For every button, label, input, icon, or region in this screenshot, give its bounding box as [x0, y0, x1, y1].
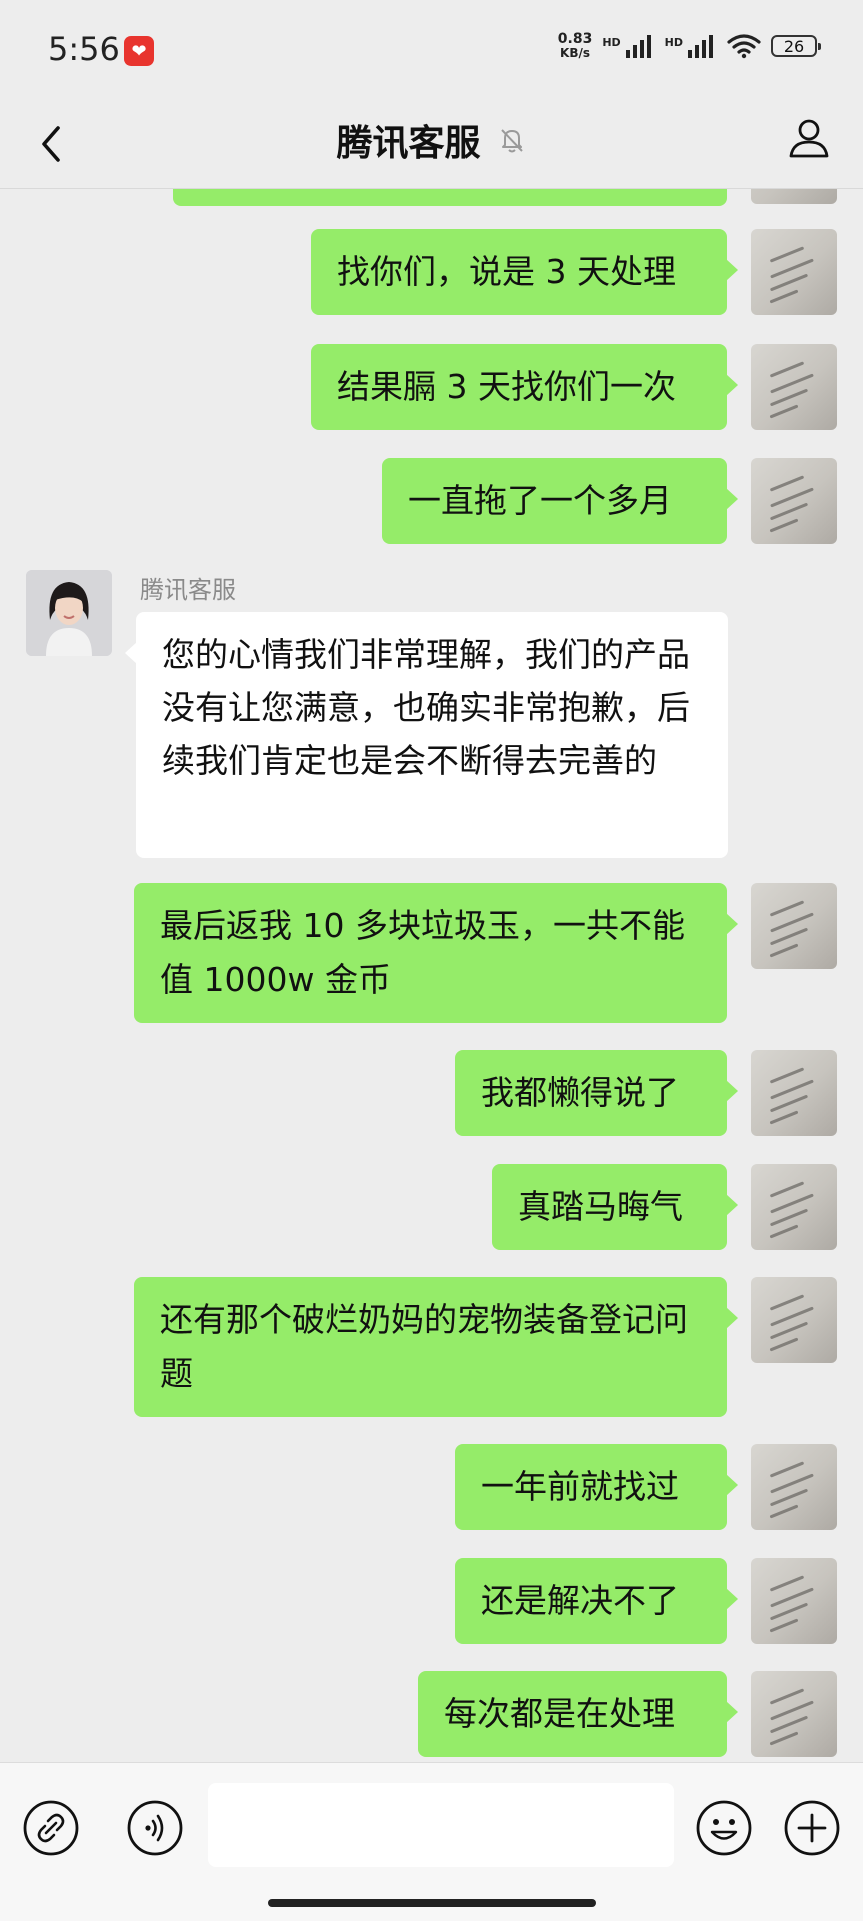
- message-bubble-self[interactable]: 一直拖了一个多月: [382, 458, 738, 544]
- message-bubble-self[interactable]: 我都懒得说了: [455, 1050, 738, 1136]
- avatar-self[interactable]: [751, 188, 837, 204]
- chat-title: 腾讯客服: [336, 123, 481, 164]
- message-bubble-self[interactable]: 每次都是在处理: [418, 1671, 738, 1757]
- avatar-self[interactable]: [751, 1050, 837, 1136]
- avatar-self[interactable]: [751, 1558, 837, 1644]
- voice-icon[interactable]: [126, 1799, 184, 1857]
- avatar-self[interactable]: [751, 229, 837, 315]
- mute-bell-icon: [500, 129, 523, 153]
- message-list[interactable]: 找你们，说是 3 天处理 结果膈 3 天找你们一次 一直拖了一个多月 腾讯客服 …: [0, 188, 863, 1762]
- status-bar: 5:56 ❤ 0.83 KB/s HD HD 26: [0, 0, 863, 100]
- hd-label: HD: [602, 36, 621, 49]
- message-input[interactable]: [208, 1783, 674, 1867]
- message-bubble-self[interactable]: 真踏马晦气: [492, 1164, 738, 1250]
- link-icon[interactable]: [22, 1799, 80, 1857]
- emoji-icon[interactable]: [695, 1799, 753, 1857]
- network-speed-value: 0.83: [557, 31, 593, 47]
- avatar-self[interactable]: [751, 1164, 837, 1250]
- profile-icon[interactable]: [785, 114, 833, 162]
- message-bubble-self[interactable]: [173, 188, 727, 206]
- avatar-self[interactable]: [751, 458, 837, 544]
- message-bubble-self[interactable]: 结果膈 3 天找你们一次: [311, 344, 738, 430]
- input-bar: [0, 1762, 863, 1921]
- network-speed: 0.83 KB/s: [558, 32, 593, 60]
- status-indicators: 0.83 KB/s HD HD 26: [558, 32, 821, 60]
- avatar-self[interactable]: [751, 1277, 837, 1363]
- wifi-icon: [727, 34, 761, 59]
- signal-icon: [688, 35, 713, 58]
- avatar-self[interactable]: [751, 1671, 837, 1757]
- chat-header: 腾讯客服: [0, 100, 863, 189]
- chat-title-wrap: 腾讯客服: [0, 114, 863, 166]
- hd-label: HD: [664, 36, 683, 49]
- agent-photo-icon: [26, 570, 112, 656]
- message-bubble-other[interactable]: 您的心情我们非常理解，我们的产品没有让您满意，也确实非常抱歉，后续我们肯定也是会…: [125, 612, 728, 858]
- battery-indicator: 26: [771, 35, 821, 57]
- network-speed-unit: KB/s: [560, 46, 591, 60]
- message-bubble-self[interactable]: 最后返我 10 多块垃圾玉，一共不能值 1000w 金币: [134, 883, 738, 1023]
- message-bubble-self[interactable]: 还是解决不了: [455, 1558, 738, 1644]
- message-bubble-self[interactable]: 找你们，说是 3 天处理: [311, 229, 738, 315]
- plus-icon[interactable]: [783, 1799, 841, 1857]
- status-time: 5:56: [48, 30, 120, 68]
- heart-app-icon: ❤: [124, 36, 154, 66]
- avatar-self[interactable]: [751, 344, 837, 430]
- home-indicator[interactable]: [268, 1899, 596, 1907]
- sender-name: 腾讯客服: [140, 576, 236, 604]
- signal-icon: [625, 35, 651, 58]
- message-bubble-self[interactable]: 一年前就找过: [455, 1444, 738, 1530]
- avatar-self[interactable]: [751, 1444, 837, 1530]
- message-bubble-self[interactable]: 还有那个破烂奶妈的宠物装备登记问题: [134, 1277, 738, 1417]
- avatar-self[interactable]: [751, 883, 837, 969]
- avatar-agent[interactable]: [26, 570, 112, 656]
